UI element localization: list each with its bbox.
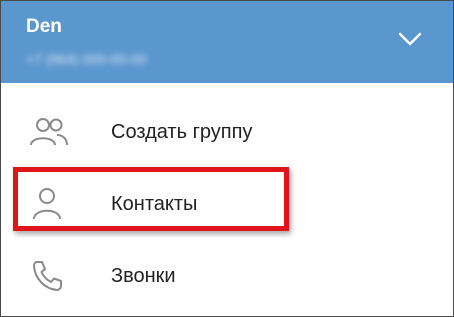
drawer-header: Den +7 (964) 000-00-00 — [1, 1, 453, 83]
menu-item-label: Звонки — [111, 265, 176, 287]
menu-item-create-group[interactable]: Создать группу — [1, 101, 453, 163]
group-icon — [30, 118, 68, 146]
app-frame: Den +7 (964) 000-00-00 Создать группу Ко… — [0, 0, 454, 317]
user-name: Den — [26, 16, 62, 37]
phone-icon — [33, 261, 62, 291]
menu-item-calls[interactable]: Звонки — [1, 245, 453, 307]
menu-item-label: Создать группу — [111, 121, 253, 143]
chevron-down-icon[interactable] — [397, 29, 423, 49]
highlight-box — [13, 167, 289, 231]
user-phone: +7 (964) 000-00-00 — [26, 51, 147, 67]
